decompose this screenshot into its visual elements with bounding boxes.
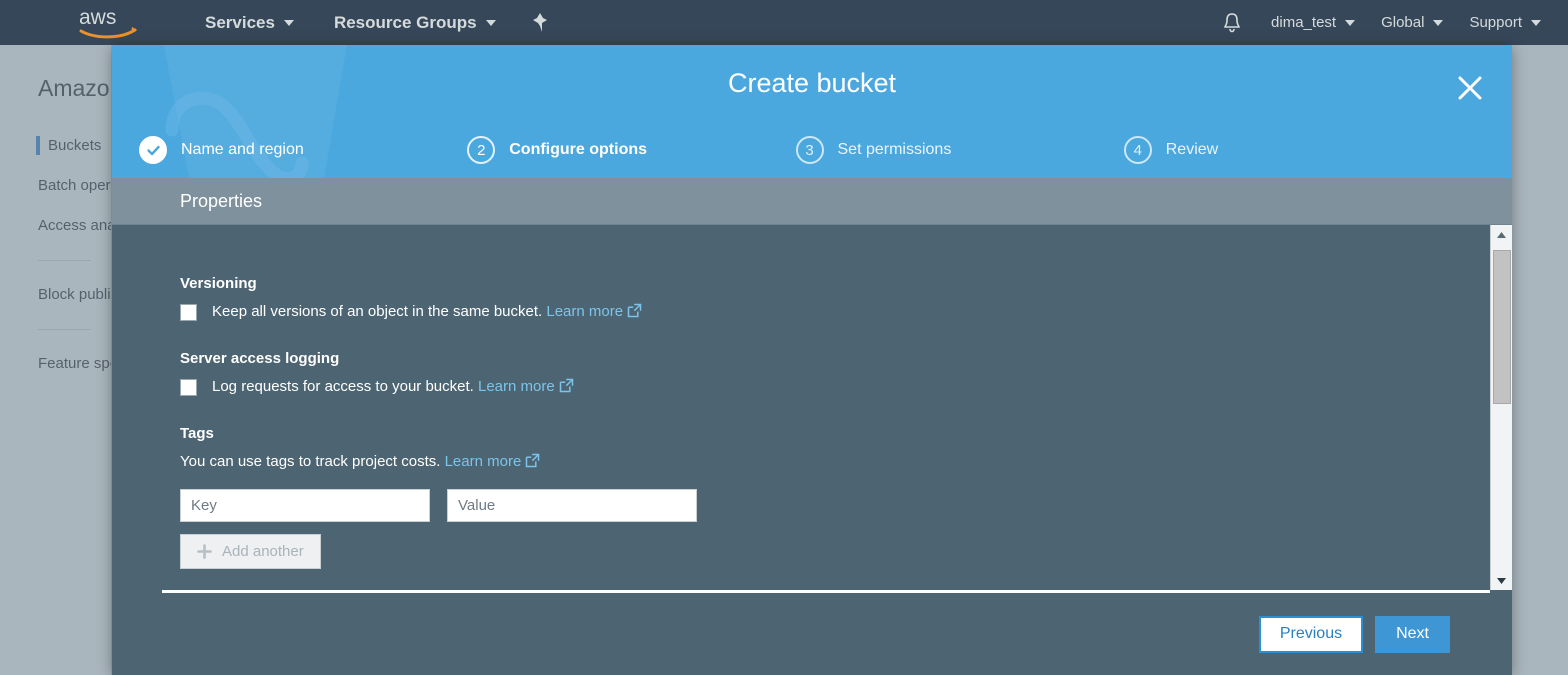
external-link-icon[interactable]: [525, 453, 540, 472]
modal-title: Create bucket: [727, 68, 897, 98]
create-bucket-modal: Create bucket Name and region 2 Configur…: [112, 45, 1512, 675]
wizard-step-label: Set permissions: [837, 141, 952, 158]
bell-icon[interactable]: [1212, 12, 1252, 34]
nav-region-menu[interactable]: Global: [1368, 0, 1456, 45]
section-title: Properties: [180, 190, 263, 211]
external-link-icon[interactable]: [559, 378, 574, 397]
chevron-down-icon: [1345, 19, 1356, 26]
aws-top-navigation: aws Services Resource Groups dima_test G…: [0, 0, 1568, 45]
logging-learn-more-link[interactable]: Learn more: [478, 378, 555, 395]
svg-text:aws: aws: [79, 6, 116, 29]
wizard-step-label: Configure options: [509, 141, 648, 158]
scroll-up-arrow-icon[interactable]: [1491, 225, 1512, 244]
versioning-group: Versioning Keep all versions of an objec…: [180, 275, 1490, 322]
step-check-icon: [139, 136, 167, 164]
tags-learn-more-link[interactable]: Learn more: [445, 453, 522, 470]
chevron-down-icon: [1433, 19, 1444, 26]
wizard-step-configure-options[interactable]: 2 Configure options: [467, 136, 795, 164]
wizard-step-set-permissions[interactable]: 3 Set permissions: [795, 136, 1124, 164]
properties-section-header: Properties: [112, 178, 1512, 225]
wizard-step-label: Name and region: [181, 141, 304, 158]
logging-title: Server access logging: [180, 350, 340, 367]
modal-body-wrapper: Versioning Keep all versions of an objec…: [112, 225, 1512, 590]
modal-footer: Previous Next: [112, 593, 1512, 675]
tags-title: Tags: [180, 425, 214, 442]
logging-label-text: Log requests for access to your bucket.: [212, 378, 474, 395]
step-number: 3: [795, 136, 824, 164]
chevron-down-icon: [283, 19, 294, 26]
step-number: 2: [467, 136, 496, 164]
modal-body: Versioning Keep all versions of an objec…: [112, 225, 1490, 590]
wizard-steps: Name and region 2 Configure options 3 Se…: [112, 122, 1512, 178]
previous-button[interactable]: Previous: [1258, 615, 1364, 653]
add-another-button[interactable]: Add another: [180, 534, 321, 569]
wizard-step-review[interactable]: 4 Review: [1123, 136, 1452, 164]
server-access-logging-group: Server access logging Log requests for a…: [180, 350, 1490, 397]
nav-support-label: Support: [1469, 14, 1522, 31]
tags-group: Tags You can use tags to track project c…: [180, 425, 1490, 569]
add-another-label: Add another: [222, 543, 304, 560]
nav-support-menu[interactable]: Support: [1456, 0, 1554, 45]
plus-icon: [197, 544, 212, 559]
nav-resource-groups-label: Resource Groups: [333, 12, 477, 32]
logging-checkbox[interactable]: [180, 379, 197, 396]
external-link-icon[interactable]: [627, 303, 642, 322]
wizard-step-name-and-region[interactable]: Name and region: [139, 136, 467, 164]
versioning-label-text: Keep all versions of an object in the sa…: [212, 303, 543, 320]
tag-input-row: [180, 489, 1490, 522]
logging-checkbox-label: Log requests for access to your bucket. …: [212, 378, 574, 397]
versioning-learn-more-link[interactable]: Learn more: [546, 303, 623, 320]
step-number: 4: [1123, 136, 1152, 164]
versioning-checkbox-label: Keep all versions of an object in the sa…: [212, 303, 642, 322]
nav-services-label: Services: [205, 12, 275, 32]
chevron-down-icon: [485, 19, 496, 26]
modal-header: Create bucket Name and region 2 Configur…: [112, 45, 1512, 178]
logging-checkbox-row: Log requests for access to your bucket. …: [180, 378, 1490, 397]
aws-logo-icon[interactable]: aws: [72, 0, 144, 45]
scrollbar-thumb[interactable]: [1493, 250, 1511, 404]
close-icon[interactable]: [1450, 68, 1490, 108]
versioning-checkbox[interactable]: [180, 304, 197, 321]
pin-icon[interactable]: [531, 12, 549, 34]
next-button[interactable]: Next: [1375, 615, 1450, 653]
modal-scrollbar[interactable]: [1490, 225, 1512, 590]
nav-account-menu[interactable]: dima_test: [1258, 0, 1368, 45]
screen: Amazon S3 Buckets Batch operations Acces…: [0, 0, 1568, 675]
tags-description-text: You can use tags to track project costs.: [180, 453, 441, 470]
scrollbar-track[interactable]: [1491, 244, 1512, 571]
versioning-checkbox-row: Keep all versions of an object in the sa…: [180, 303, 1490, 322]
tags-description: You can use tags to track project costs.…: [180, 453, 1490, 472]
chevron-down-icon: [1531, 19, 1541, 26]
nav-services[interactable]: Services: [194, 0, 305, 45]
tag-value-input[interactable]: [447, 489, 697, 522]
nav-account-label: dima_test: [1271, 14, 1337, 31]
wizard-step-label: Review: [1165, 141, 1219, 158]
tag-key-input[interactable]: [180, 489, 430, 522]
nav-region-label: Global: [1381, 14, 1425, 31]
scroll-down-arrow-icon[interactable]: [1491, 571, 1512, 590]
nav-resource-groups[interactable]: Resource Groups: [323, 0, 507, 45]
versioning-title: Versioning: [180, 275, 257, 292]
